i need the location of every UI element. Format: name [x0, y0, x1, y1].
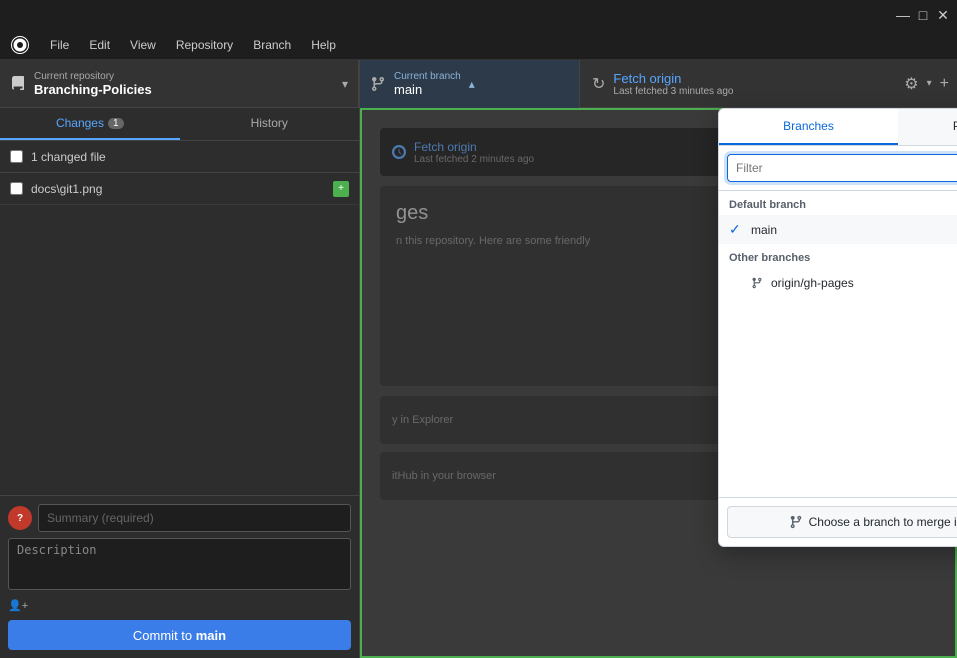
title-bar: — □ ✕	[0, 0, 957, 30]
changes-count-badge: 1	[108, 118, 124, 129]
close-button[interactable]: ✕	[937, 9, 949, 21]
dropdown-footer: Choose a branch to merge into main	[719, 497, 957, 546]
file-status-badge: +	[333, 181, 349, 197]
menu-repository[interactable]: Repository	[168, 35, 241, 55]
left-panel: Current repository Branching-Policies ▾ …	[0, 60, 360, 658]
file-item[interactable]: docs\git1.png +	[0, 173, 359, 205]
fetch-subtitle: Last fetched 3 minutes ago	[613, 86, 733, 97]
menu-file[interactable]: File	[42, 35, 77, 55]
other-branch-section-title: Other branches	[719, 244, 957, 268]
repo-info: Current repository Branching-Policies	[34, 71, 334, 97]
minimize-button[interactable]: —	[897, 9, 909, 21]
fetch-icon: ↻	[592, 74, 605, 94]
branch-item-gh-pages[interactable]: ✓ origin/gh-pages 8 hours ago	[719, 268, 957, 297]
top-bar: Current repository Branching-Policies ▾	[0, 60, 359, 108]
file-list-header: 1 changed file	[0, 141, 359, 173]
bg-fetch-title: Fetch origin	[414, 140, 534, 154]
tab-bar: Changes 1 History	[0, 108, 359, 141]
dropdown-spacer	[719, 297, 957, 497]
settings-icon[interactable]: ⚙	[904, 74, 918, 94]
summary-input[interactable]	[38, 504, 351, 532]
toolbar-icons: ⚙ ▾ +	[896, 74, 957, 94]
branch-filter-input[interactable]	[727, 154, 957, 182]
bg-action-label-1: y in Explorer	[392, 414, 453, 426]
menu-edit[interactable]: Edit	[81, 35, 118, 55]
bg-fetch-icon	[392, 145, 406, 159]
file-name: docs\git1.png	[31, 182, 325, 196]
check-icon: ✓	[729, 221, 745, 238]
app-logo	[10, 35, 30, 55]
merge-button[interactable]: Choose a branch to merge into main	[727, 506, 957, 538]
default-branch-section-title: Default branch	[719, 191, 957, 215]
branch-item-name-gh-pages: origin/gh-pages	[771, 276, 957, 290]
dropdown-tab-pull-requests[interactable]: Pull requests	[898, 109, 957, 145]
fetch-title: Fetch origin	[613, 71, 733, 86]
dropdown-tab-branches[interactable]: Branches	[719, 109, 898, 145]
summary-row: ?	[8, 504, 351, 532]
right-panel: Current branch main ▴ ↻ Fetch origin Las…	[360, 60, 957, 658]
repo-name: Branching-Policies	[34, 82, 334, 97]
merge-icon	[789, 515, 803, 529]
tab-history[interactable]: History	[180, 108, 360, 140]
menu-branch[interactable]: Branch	[245, 35, 299, 55]
window-controls: — □ ✕	[897, 9, 949, 21]
merge-btn-text: Choose a branch to merge into	[809, 515, 957, 529]
repo-chevron-icon: ▾	[342, 77, 348, 91]
add-icon[interactable]: +	[940, 75, 949, 93]
dropdown-tab-bar: Branches Pull requests	[719, 109, 957, 146]
bg-fetch-info: Fetch origin Last fetched 2 minutes ago	[414, 140, 534, 165]
branch-info: Current branch main	[394, 71, 461, 97]
bg-fetch-sub: Last fetched 2 minutes ago	[414, 154, 534, 165]
select-all-checkbox[interactable]	[10, 150, 23, 163]
description-textarea[interactable]	[8, 538, 351, 590]
branch-selector[interactable]: Current branch main ▴	[360, 60, 580, 108]
add-coauthor-icon: 👤+	[8, 599, 28, 612]
dropdown-filter-row: New branch	[719, 146, 957, 191]
chevron-down-icon[interactable]: ▾	[927, 78, 932, 89]
branch-chevron-icon: ▴	[469, 77, 475, 91]
file-checkbox[interactable]	[10, 182, 23, 195]
branch-label: Current branch	[394, 71, 461, 82]
branch-item-name-main: main	[751, 223, 957, 237]
fetch-button[interactable]: ↻ Fetch origin Last fetched 3 minutes ag…	[580, 60, 896, 108]
commit-area: ? 👤+ Commit to main	[0, 495, 359, 658]
fetch-info: Fetch origin Last fetched 3 minutes ago	[613, 71, 733, 97]
repo-selector[interactable]: Current repository Branching-Policies ▾	[0, 60, 359, 108]
empty-check-icon: ✓	[729, 274, 745, 291]
right-top-bar: Current branch main ▴ ↻ Fetch origin Las…	[360, 60, 957, 108]
changed-count-label: 1 changed file	[31, 150, 349, 164]
menu-help[interactable]: Help	[303, 35, 344, 55]
avatar: ?	[8, 506, 32, 530]
branch-icon	[370, 76, 386, 92]
bg-action-label-2: itHub in your browser	[392, 470, 496, 482]
tab-changes[interactable]: Changes 1	[0, 108, 180, 140]
branch-item-main[interactable]: ✓ main 12 hours ago	[719, 215, 957, 244]
branch-dropdown[interactable]: Branches Pull requests New branch Defaul…	[718, 108, 957, 547]
repo-label: Current repository	[34, 71, 334, 82]
commit-button[interactable]: Commit to main	[8, 620, 351, 650]
branch-git-icon	[751, 277, 763, 289]
branch-name: main	[394, 82, 461, 97]
menu-bar: File Edit View Repository Branch Help	[0, 30, 957, 60]
menu-view[interactable]: View	[122, 35, 164, 55]
maximize-button[interactable]: □	[917, 9, 929, 21]
repo-icon	[10, 76, 26, 92]
add-coauthor-button[interactable]: 👤+	[8, 599, 351, 612]
